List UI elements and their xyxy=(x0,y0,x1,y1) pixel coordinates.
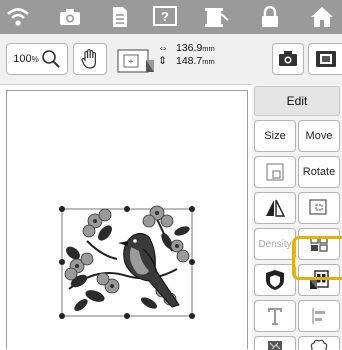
svg-text:?: ? xyxy=(161,9,169,24)
embroidery-canvas[interactable] xyxy=(6,90,248,349)
text-button[interactable] xyxy=(254,300,296,332)
mirror-icon xyxy=(266,199,286,217)
toolbar: 100% + ⇔ 136.9mm ⇕ 148.7mm xyxy=(0,34,342,85)
magnifier-icon xyxy=(41,50,60,68)
rotate-button[interactable]: Rotate xyxy=(298,156,340,188)
align-icon xyxy=(312,308,325,324)
background-view-button[interactable] xyxy=(308,43,342,75)
mirror-button[interactable] xyxy=(254,192,296,224)
edit-panel: Edit Size Move Rotate Density xyxy=(252,84,342,350)
border-icon xyxy=(309,199,327,215)
zoom-level: 100% xyxy=(13,53,39,65)
embroidery-pattern[interactable] xyxy=(7,91,247,350)
home-icon[interactable] xyxy=(308,3,336,31)
frame-outline-button[interactable] xyxy=(254,156,296,188)
svg-text:+: + xyxy=(129,57,134,66)
document-icon[interactable] xyxy=(106,3,134,31)
zoom-button[interactable]: 100% xyxy=(6,43,68,75)
move-button[interactable]: Move xyxy=(298,120,340,152)
text-icon xyxy=(268,308,282,325)
wifi-icon[interactable] xyxy=(4,3,32,31)
applique-icon xyxy=(266,270,284,290)
height-arrow-icon: ⇕ xyxy=(158,55,167,67)
density-button[interactable]: Density xyxy=(254,228,296,260)
camera-scan-button[interactable] xyxy=(272,43,304,75)
width-unit: mm xyxy=(202,44,215,53)
applique-button[interactable] xyxy=(254,264,296,296)
thread-icon[interactable] xyxy=(202,3,230,31)
camera-icon[interactable] xyxy=(56,3,84,31)
align-button[interactable] xyxy=(298,300,340,332)
lock-icon[interactable] xyxy=(256,3,284,31)
outline-shape-icon xyxy=(310,339,328,350)
outline-shape-button[interactable] xyxy=(298,336,340,350)
frame-outline-icon xyxy=(266,163,284,181)
height-unit: mm xyxy=(202,57,215,66)
tab-edit[interactable]: Edit xyxy=(254,86,340,116)
background-view-icon xyxy=(315,51,336,67)
hand-icon xyxy=(81,49,96,69)
size-button[interactable]: Size xyxy=(254,120,296,152)
width-value: 136.9 xyxy=(176,42,203,54)
stippling-button[interactable] xyxy=(254,336,296,350)
camera-frame-icon xyxy=(279,51,297,66)
embroidery-size-icon: + xyxy=(116,42,156,76)
embroidery-dimensions: ⇔ 136.9mm ⇕ 148.7mm xyxy=(158,42,215,68)
pan-button[interactable] xyxy=(73,43,107,75)
width-arrow-icon: ⇔ xyxy=(158,42,169,54)
highlight-frame xyxy=(292,236,342,280)
top-bar: ? xyxy=(0,0,342,34)
stippling-icon xyxy=(268,341,282,350)
help-icon[interactable]: ? xyxy=(151,3,179,31)
height-value: 148.7 xyxy=(176,55,203,67)
border-button[interactable] xyxy=(298,192,340,224)
